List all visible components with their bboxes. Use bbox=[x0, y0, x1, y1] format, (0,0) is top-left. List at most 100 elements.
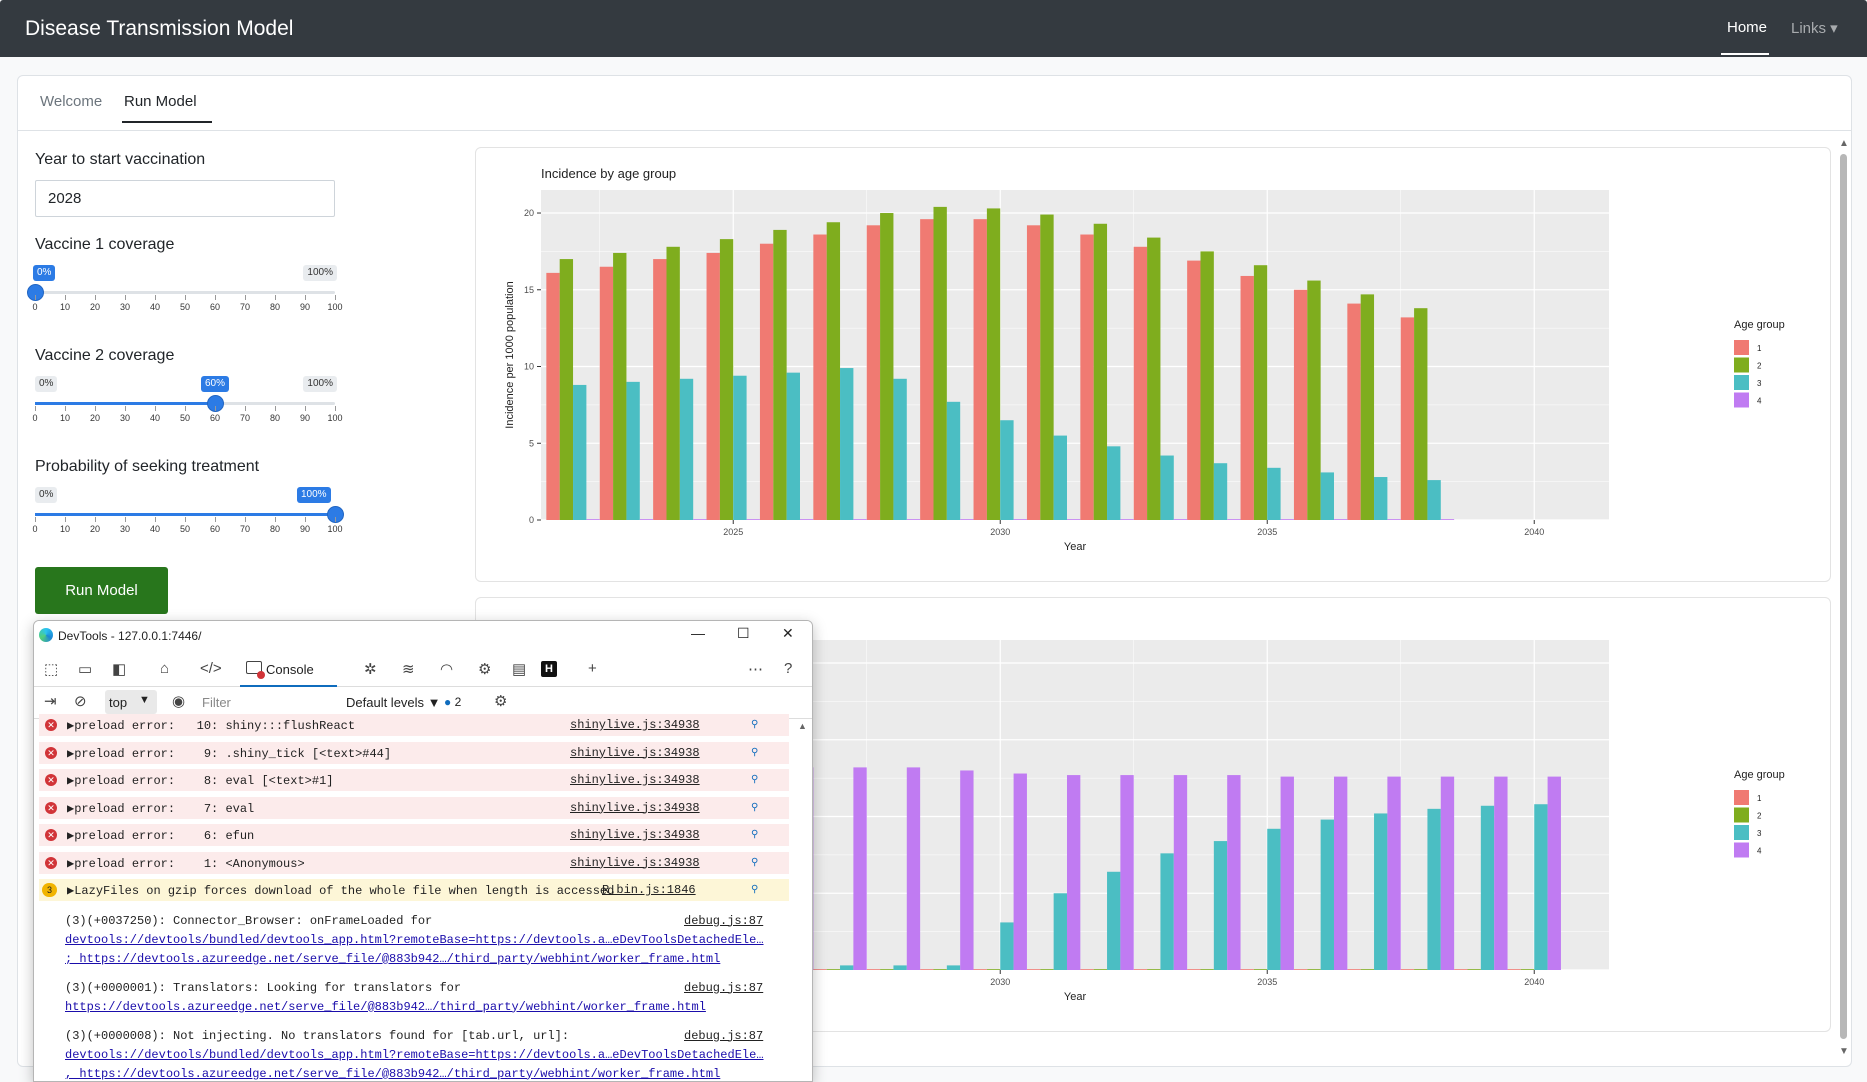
search-icon[interactable]: ⚲ bbox=[751, 829, 758, 840]
search-icon[interactable]: ⚲ bbox=[751, 719, 758, 730]
bar-group4 bbox=[1066, 519, 1081, 520]
legend-label: 4 bbox=[1757, 397, 1762, 406]
slider-track[interactable] bbox=[35, 291, 335, 294]
search-icon[interactable]: ⚲ bbox=[751, 802, 758, 813]
slider-tick bbox=[95, 406, 96, 411]
console-error-row[interactable]: ✕ ▶preload error: 6: efun shinylive.js:349… bbox=[39, 824, 789, 846]
console-scrollbar[interactable]: ▲ bbox=[796, 719, 810, 1081]
minimize-icon[interactable]: — bbox=[691, 625, 705, 641]
bar-group4 bbox=[1333, 776, 1348, 970]
source-link[interactable]: shinylive.js:34938 bbox=[570, 856, 700, 870]
memory-icon[interactable]: ⚙ bbox=[478, 660, 491, 678]
source-link[interactable]: shinylive.js:34938 bbox=[570, 801, 700, 815]
performance-icon[interactable]: ◠ bbox=[440, 660, 453, 678]
dock-icon[interactable]: ◧ bbox=[112, 660, 126, 678]
source-link[interactable]: R.bin.js:1846 bbox=[602, 883, 696, 897]
console-message: ▶preload error: 1: <Anonymous> bbox=[67, 856, 305, 871]
filter-input[interactable]: Filter bbox=[202, 695, 231, 710]
scrollbar-thumb[interactable] bbox=[1840, 154, 1847, 1039]
x-tick-label: 2040 bbox=[1524, 527, 1544, 537]
search-icon[interactable]: ⚲ bbox=[751, 884, 758, 895]
nav-home-link[interactable]: Home bbox=[1727, 19, 1767, 36]
bar-group4 bbox=[1013, 519, 1027, 520]
run-model-button[interactable]: Run Model bbox=[35, 567, 168, 614]
source-link[interactable]: debug.js:87 bbox=[684, 914, 763, 928]
issues-badge[interactable]: ● 2 bbox=[444, 695, 461, 709]
help-icon[interactable]: ? bbox=[784, 660, 792, 677]
slider-tick-label: 10 bbox=[59, 524, 71, 534]
console-error-row[interactable]: ✕ ▶preload error: 9: .shiny_tick [<text>#… bbox=[39, 741, 789, 764]
source-link[interactable]: shinylive.js:34938 bbox=[570, 773, 700, 787]
clear-console-icon[interactable]: ⊘ bbox=[74, 692, 87, 710]
inspect-icon[interactable]: ⬚ bbox=[44, 660, 58, 678]
slider-tick bbox=[185, 295, 186, 300]
console-url-link[interactable]: , https://devtools.azureedge.net/serve_f… bbox=[65, 1067, 720, 1081]
console-error-row[interactable]: ✕ ▶preload error: 7: eval shinylive.js:349… bbox=[39, 796, 789, 819]
slider-tick bbox=[215, 295, 216, 300]
slider-tick bbox=[275, 295, 276, 300]
application-icon[interactable]: ▤ bbox=[512, 660, 526, 678]
legend-label: 1 bbox=[1757, 794, 1762, 803]
console-error-row[interactable]: ✕ ▶preload error: 8: eval [<text>#1] shiny… bbox=[39, 769, 789, 791]
search-icon[interactable]: ⚲ bbox=[751, 774, 758, 785]
scroll-up-icon[interactable]: ▲ bbox=[798, 721, 807, 731]
source-link[interactable]: shinylive.js:34938 bbox=[570, 828, 700, 842]
add-tool-icon[interactable]: + bbox=[588, 660, 597, 677]
welcome-home-icon[interactable]: ⌂ bbox=[160, 660, 169, 677]
bar-group4 bbox=[1227, 519, 1241, 520]
slider-tick bbox=[35, 517, 36, 522]
device-emulation-icon[interactable]: ▭ bbox=[78, 660, 92, 678]
levels-dropdown[interactable]: Default levels ▼ bbox=[346, 695, 441, 710]
slider-tick-label: 0 bbox=[32, 413, 38, 423]
nav-links-dropdown[interactable]: Links ▾ bbox=[1791, 19, 1838, 37]
bar-group1 bbox=[973, 219, 987, 520]
console-error-row[interactable]: ✕ ▶preload error: 10: shiny:::flushReact s… bbox=[39, 714, 789, 736]
slider-tick-label: 20 bbox=[89, 302, 101, 312]
sources-bug-icon[interactable]: ✲ bbox=[364, 660, 377, 678]
console-log-row[interactable]: (3)(+0000001): Translators: Looking for … bbox=[39, 977, 789, 1021]
console-url-link[interactable]: devtools://devtools/bundled/devtools_app… bbox=[65, 933, 764, 947]
source-link[interactable]: shinylive.js:34938 bbox=[570, 718, 700, 732]
page-scrollbar[interactable]: ▲ ▼ bbox=[1836, 138, 1850, 1060]
vaccine2-slider[interactable]: 0% 100% 60% 0 10 20 30 40 50 60 70 80 90 100 bbox=[32, 376, 343, 436]
sidebar-toggle-icon[interactable]: ⇥ bbox=[44, 692, 57, 710]
plot-background bbox=[541, 190, 1609, 520]
bar-group3 bbox=[1053, 893, 1067, 970]
console-log-row[interactable]: (3)(+0000008): Not injecting. No transla… bbox=[39, 1025, 789, 1082]
close-icon[interactable]: ✕ bbox=[782, 625, 794, 642]
start-year-input[interactable] bbox=[35, 180, 335, 217]
slider-tick bbox=[305, 295, 306, 300]
bar-group4 bbox=[1440, 519, 1455, 520]
search-icon[interactable]: ⚲ bbox=[751, 857, 758, 868]
tab-run-model[interactable]: Run Model bbox=[124, 93, 197, 110]
console-url-link[interactable]: devtools://devtools/bundled/devtools_app… bbox=[65, 1048, 764, 1062]
console-log-row[interactable]: (3)(+0037250): Connector_Browser: onFram… bbox=[39, 910, 789, 973]
console-url-link[interactable]: ; https://devtools.azureedge.net/serve_f… bbox=[65, 952, 720, 966]
bar-group4 bbox=[799, 519, 814, 520]
navbar: Disease Transmission Model Home Links ▾ bbox=[0, 0, 1867, 57]
tab-welcome[interactable]: Welcome bbox=[40, 93, 102, 110]
tab-console[interactable]: Console bbox=[240, 651, 337, 687]
search-icon[interactable]: ⚲ bbox=[751, 747, 758, 758]
elements-icon[interactable]: </> bbox=[200, 660, 222, 677]
error-icon: ✕ bbox=[45, 856, 57, 869]
source-link[interactable]: shinylive.js:34938 bbox=[570, 746, 700, 760]
treatment-slider[interactable]: 0% 100% 0 10 20 30 40 50 60 70 80 90 100 bbox=[32, 487, 344, 547]
context-select[interactable]: top ▼ bbox=[105, 690, 157, 714]
scroll-up-icon[interactable]: ▲ bbox=[1839, 138, 1849, 149]
console-settings-gear-icon[interactable]: ⚙ bbox=[494, 692, 507, 710]
maximize-icon[interactable]: ☐ bbox=[737, 625, 750, 642]
live-expression-eye-icon[interactable]: ◉ bbox=[172, 692, 185, 710]
scroll-down-icon[interactable]: ▼ bbox=[1839, 1046, 1849, 1057]
legend-label: 3 bbox=[1757, 829, 1762, 838]
console-warning-row[interactable]: 3 ▶LazyFiles on gzip forces download of t… bbox=[39, 879, 789, 901]
more-icon[interactable]: ⋯ bbox=[748, 660, 763, 678]
network-wifi-icon[interactable]: ≋ bbox=[402, 660, 415, 678]
source-link[interactable]: debug.js:87 bbox=[684, 981, 763, 995]
console-url-link[interactable]: https://devtools.azureedge.net/serve_fil… bbox=[65, 1000, 706, 1014]
hint-icon[interactable]: H bbox=[541, 661, 557, 677]
vaccine1-slider[interactable]: 100% 0% 0 10 20 30 40 50 60 70 80 90 100 bbox=[27, 265, 343, 325]
console-error-row[interactable]: ✕ ▶preload error: 1: <Anonymous> shinylive… bbox=[39, 851, 789, 874]
source-link[interactable]: debug.js:87 bbox=[684, 1029, 763, 1043]
bar-group1 bbox=[920, 969, 934, 970]
